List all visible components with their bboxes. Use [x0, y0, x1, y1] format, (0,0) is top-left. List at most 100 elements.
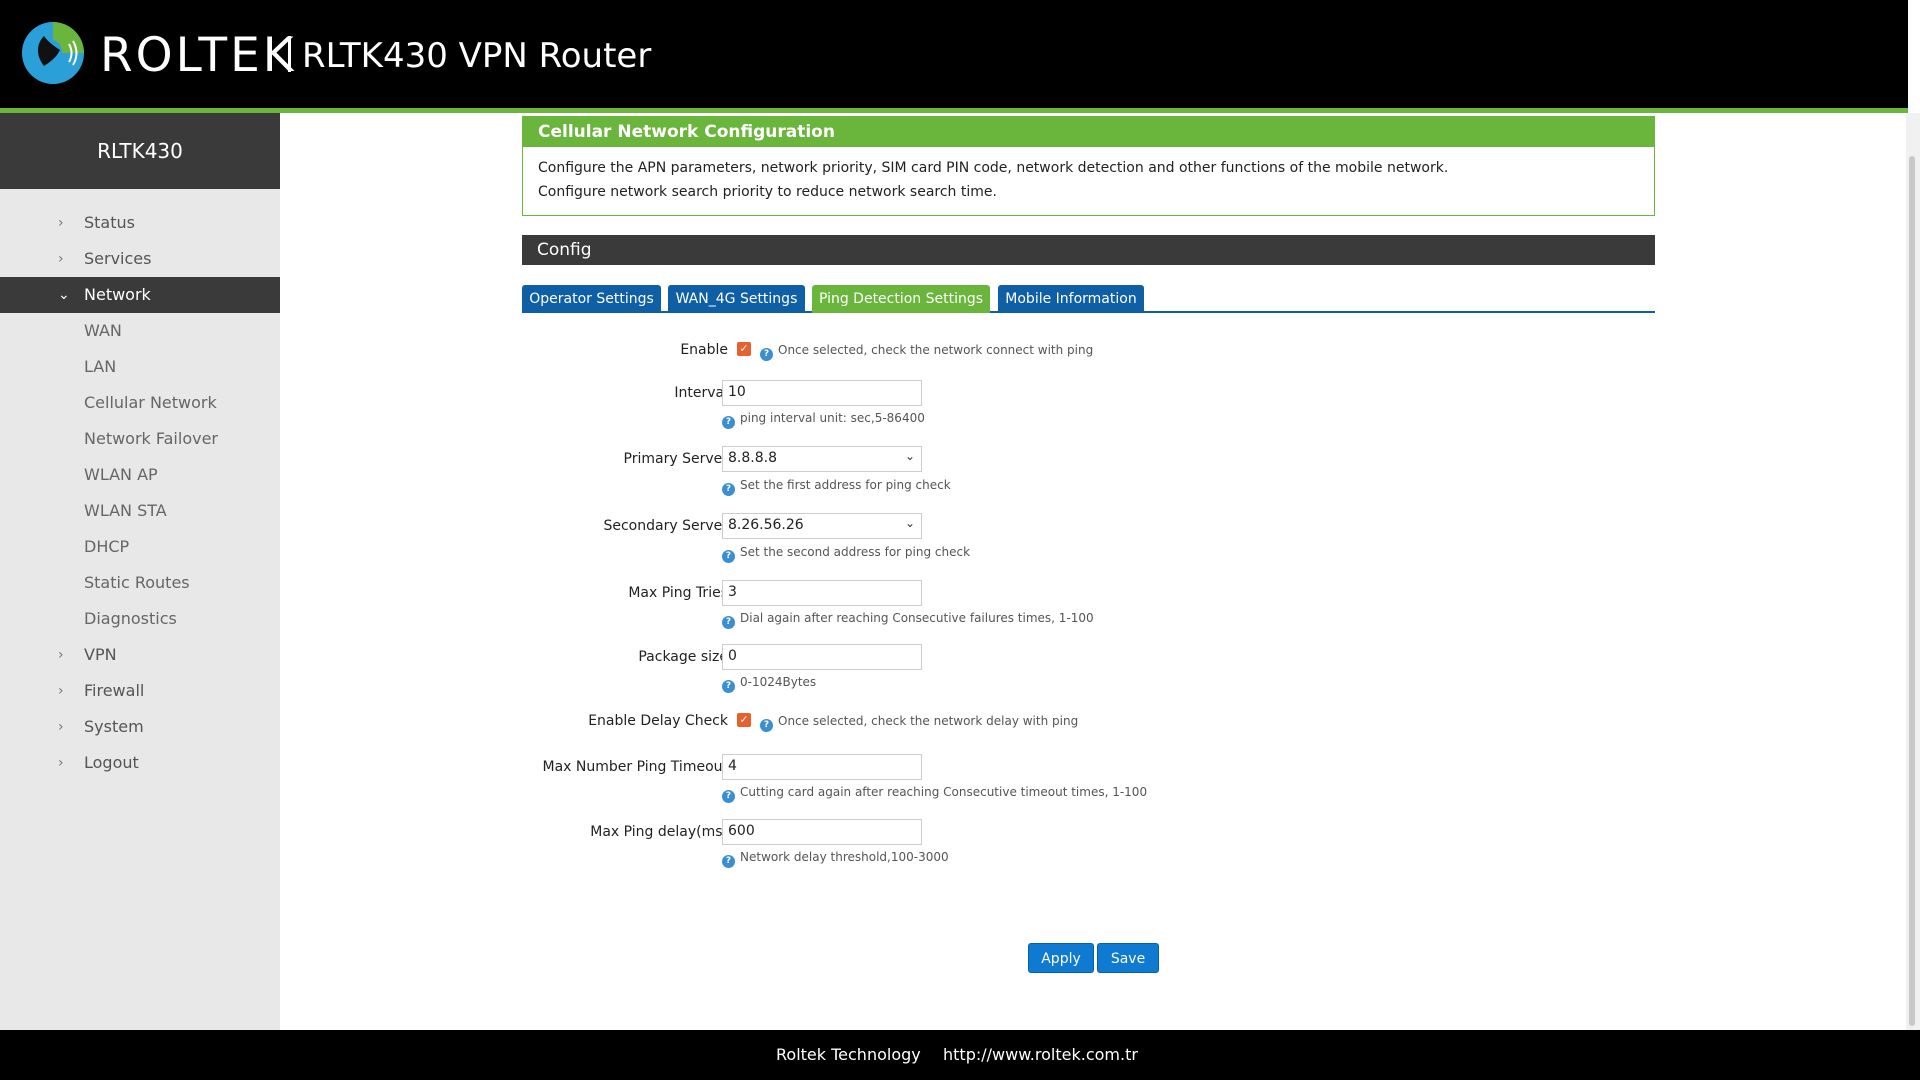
sidebar-item-services[interactable]: › Services: [0, 241, 280, 277]
chevron-down-icon: ⌄: [904, 449, 915, 463]
chevron-right-icon: ›: [58, 215, 64, 231]
sidebar-subitem-cellular-network[interactable]: Cellular Network: [0, 385, 280, 421]
tab-mobile-information[interactable]: Mobile Information: [998, 285, 1144, 313]
help-icon: ?: [722, 483, 735, 496]
enable-delay-check-checkbox[interactable]: ✓: [737, 713, 751, 727]
sidebar-item-label: System: [84, 717, 144, 736]
chevron-down-icon: ⌄: [58, 287, 70, 303]
tab-operator-settings[interactable]: Operator Settings: [522, 285, 661, 313]
sidebar-item-label: Firewall: [84, 681, 145, 700]
scrollbar-thumb[interactable]: [1909, 156, 1915, 1026]
max-ping-timeout-label: Max Number Ping Timeout: [542, 759, 728, 775]
info-panel: Cellular Network Configuration Configure…: [522, 116, 1655, 216]
tab-bar: Operator Settings WAN_4G Settings Ping D…: [522, 285, 1655, 313]
sidebar-title: RLTK430: [0, 113, 280, 189]
sidebar-item-system[interactable]: › System: [0, 709, 280, 745]
sidebar-subitem-wan[interactable]: WAN: [0, 313, 280, 349]
max-ping-delay-hint-text: Network delay threshold,100-3000: [740, 850, 949, 864]
sidebar-subitem-static-routes[interactable]: Static Routes: [0, 565, 280, 601]
package-size-input[interactable]: 0: [722, 644, 922, 670]
config-section-title: Config: [522, 235, 1655, 265]
interval-input[interactable]: 10: [722, 380, 922, 406]
enable-delay-check-hint-text: Once selected, check the network delay w…: [778, 714, 1079, 728]
help-icon: ?: [760, 719, 773, 732]
info-line-1: Configure the APN parameters, network pr…: [538, 160, 1449, 176]
info-description: Configure the APN parameters, network pr…: [523, 147, 1654, 213]
help-icon: ?: [722, 616, 735, 629]
package-size-label: Package size: [638, 649, 728, 665]
sidebar-item-label: Status: [84, 213, 135, 232]
enable-checkbox[interactable]: ✓: [737, 342, 751, 356]
sidebar: RLTK430 › Status › Services ⌄ Network WA…: [0, 113, 280, 1030]
package-size-hint: ? 0-1024Bytes: [722, 675, 816, 693]
vertical-scrollbar[interactable]: [1906, 113, 1920, 1030]
chevron-right-icon: ›: [58, 647, 64, 663]
secondary-server-value: 8.26.56.26: [728, 517, 804, 533]
apply-button[interactable]: Apply: [1028, 943, 1094, 973]
sidebar-subitem-wlan-ap[interactable]: WLAN AP: [0, 457, 280, 493]
max-ping-timeout-input[interactable]: 4: [722, 754, 922, 780]
sidebar-subitem-dhcp[interactable]: DHCP: [0, 529, 280, 565]
info-title: Cellular Network Configuration: [523, 117, 1654, 147]
secondary-server-select[interactable]: 8.26.56.26 ⌄: [722, 513, 922, 539]
max-ping-tries-hint-text: Dial again after reaching Consecutive fa…: [740, 611, 1094, 625]
help-icon: ?: [722, 416, 735, 429]
primary-server-select[interactable]: 8.8.8.8 ⌄: [722, 446, 922, 472]
sidebar-item-logout[interactable]: › Logout: [0, 745, 280, 781]
max-ping-timeout-hint-text: Cutting card again after reaching Consec…: [740, 785, 1148, 799]
enable-hint: ? Once selected, check the network connec…: [760, 343, 1093, 361]
secondary-server-hint: ? Set the second address for ping check: [722, 545, 970, 563]
max-ping-tries-label: Max Ping Tries: [628, 585, 728, 601]
help-icon: ?: [760, 348, 773, 361]
sidebar-item-network[interactable]: ⌄ Network: [0, 277, 280, 313]
footer: Roltek Technology http://www.roltek.com.…: [0, 1030, 1920, 1080]
main-content: Cellular Network Configuration Configure…: [280, 113, 1906, 1030]
primary-server-value: 8.8.8.8: [728, 450, 777, 466]
brand-separator: [288, 36, 291, 72]
max-ping-timeout-hint: ? Cutting card again after reaching Conse…: [722, 785, 1147, 803]
interval-hint: ? ping interval unit: sec,5-86400: [722, 411, 925, 429]
max-ping-tries-hint: ? Dial again after reaching Consecutive f…: [722, 611, 1094, 629]
help-icon: ?: [722, 550, 735, 563]
package-size-hint-text: 0-1024Bytes: [740, 675, 817, 689]
sidebar-item-status[interactable]: › Status: [0, 205, 280, 241]
chevron-right-icon: ›: [58, 755, 64, 771]
save-button[interactable]: Save: [1097, 943, 1159, 973]
chevron-right-icon: ›: [58, 719, 64, 735]
sidebar-item-vpn[interactable]: › VPN: [0, 637, 280, 673]
max-ping-tries-input[interactable]: 3: [722, 580, 922, 606]
help-icon: ?: [722, 680, 735, 693]
sidebar-subitem-wlan-sta[interactable]: WLAN STA: [0, 493, 280, 529]
footer-company: Roltek Technology: [776, 1045, 921, 1064]
brand-name: ROLTEK: [100, 28, 297, 83]
tab-wan-4g-settings[interactable]: WAN_4G Settings: [668, 285, 805, 313]
sidebar-item-label: Logout: [84, 753, 139, 772]
sidebar-nav: › Status › Services ⌄ Network WAN LAN Ce…: [0, 189, 280, 781]
sidebar-item-label: Services: [84, 249, 152, 268]
max-ping-delay-hint: ? Network delay threshold,100-3000: [722, 850, 949, 868]
primary-server-hint: ? Set the first address for ping check: [722, 478, 951, 496]
secondary-server-label: Secondary Server: [603, 518, 728, 534]
primary-server-hint-text: Set the first address for ping check: [740, 478, 951, 492]
chevron-right-icon: ›: [58, 683, 64, 699]
interval-hint-text: ping interval unit: sec,5-86400: [740, 411, 925, 425]
sidebar-subitem-lan[interactable]: LAN: [0, 349, 280, 385]
primary-server-label: Primary Server: [623, 451, 728, 467]
max-ping-delay-label: Max Ping delay(ms): [590, 824, 728, 840]
sidebar-subitem-network-failover[interactable]: Network Failover: [0, 421, 280, 457]
footer-url[interactable]: http://www.roltek.com.tr: [943, 1030, 1138, 1080]
enable-delay-check-label: Enable Delay Check: [588, 713, 728, 729]
sidebar-item-label: Network: [84, 285, 151, 304]
sidebar-item-firewall[interactable]: › Firewall: [0, 673, 280, 709]
max-ping-delay-input[interactable]: 600: [722, 819, 922, 845]
help-icon: ?: [722, 790, 735, 803]
chevron-down-icon: ⌄: [904, 516, 915, 530]
sidebar-item-label: VPN: [84, 645, 117, 664]
help-icon: ?: [722, 855, 735, 868]
secondary-server-hint-text: Set the second address for ping check: [740, 545, 971, 559]
enable-label: Enable: [680, 342, 728, 358]
sidebar-subitem-diagnostics[interactable]: Diagnostics: [0, 601, 280, 637]
chevron-right-icon: ›: [58, 251, 64, 267]
tab-ping-detection-settings[interactable]: Ping Detection Settings: [812, 285, 990, 313]
enable-delay-check-hint: ? Once selected, check the network delay …: [760, 714, 1078, 732]
